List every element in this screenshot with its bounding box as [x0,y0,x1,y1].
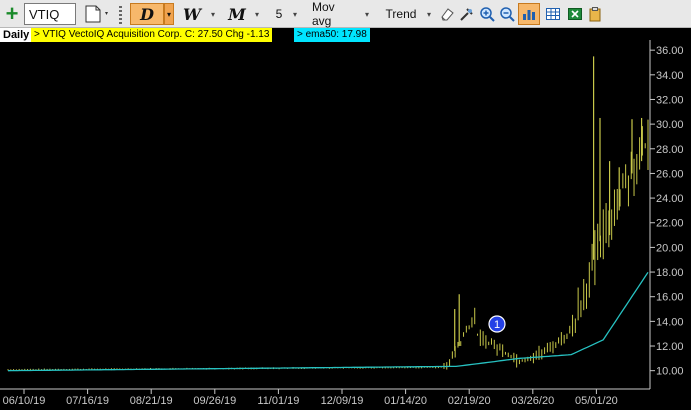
event-marker[interactable]: 1 [488,315,506,333]
y-tick-label: 22.00 [656,218,684,230]
price-chart[interactable]: 10.00 12.00 14.00 16.00 18.00 20.00 22.00 24.00… [0,0,691,410]
y-tick-label: 12.00 [656,341,684,353]
quote-legend: > VTIQ VectoIQ Acquisition Corp. C: 27.5… [31,28,273,42]
y-tick-label: 14.00 [656,316,684,328]
event-marker-label: 1 [494,319,500,331]
x-tick-label: 06/10/19 [3,395,46,407]
x-tick-label: 05/01/20 [575,395,618,407]
x-tick-label: 02/19/20 [448,395,491,407]
y-tick-label: 36.00 [656,45,684,57]
x-tick-label: 12/09/19 [321,395,364,407]
x-tick-label: 07/16/19 [66,395,109,407]
y-tick-label: 30.00 [656,119,684,131]
y-tick-label: 26.00 [656,168,684,180]
x-tick-label: 09/26/19 [193,395,236,407]
x-tick-label: 01/14/20 [384,395,427,407]
y-tick-label: 10.00 [656,366,684,378]
y-tick-label: 20.00 [656,242,684,254]
x-tick-label: 08/21/19 [130,395,173,407]
ema-legend: > ema50: 17.98 [294,28,370,42]
x-tick-label: 11/01/19 [257,395,299,407]
y-tick-label: 24.00 [656,193,684,205]
y-tick-label: 18.00 [656,267,684,279]
y-tick-label: 28.00 [656,144,684,156]
y-tick-label: 34.00 [656,70,684,82]
ema50-line [7,271,649,372]
x-tick-label: 03/26/20 [511,395,554,407]
y-tick-label: 32.00 [656,94,684,106]
y-tick-label: 16.00 [656,292,684,304]
